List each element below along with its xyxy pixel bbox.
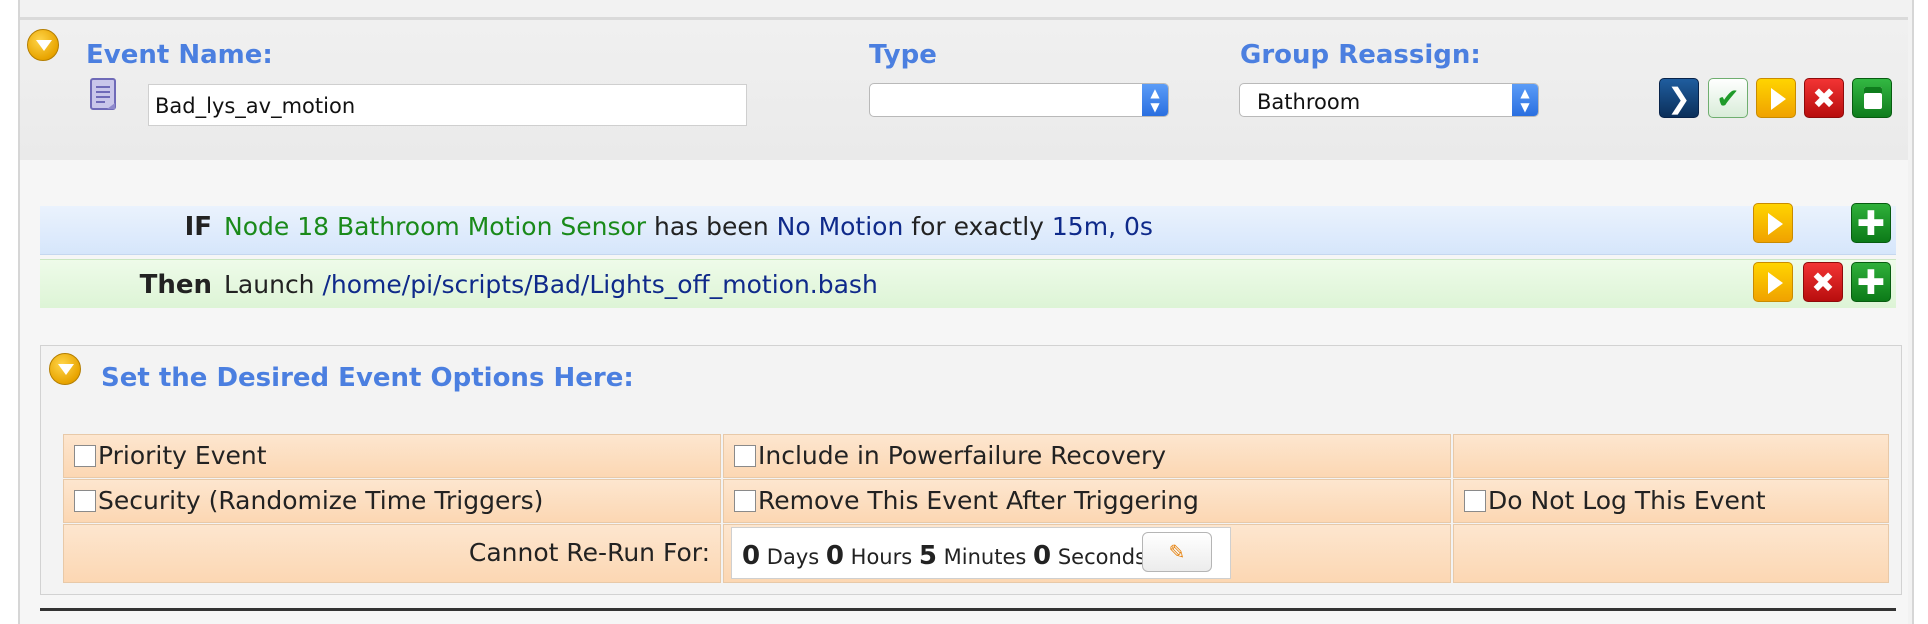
powerfail-option-cell[interactable]: Include in Powerfailure Recovery (723, 434, 1451, 478)
trigger-clause: Node 18 Bathroom Motion Sensor has been … (224, 212, 1153, 241)
add-trigger-button[interactable]: ✚ (1851, 203, 1891, 244)
rerun-minutes-value: 5 (918, 541, 937, 571)
trigger-state[interactable]: No Motion (777, 212, 904, 241)
rerun-hours-label: Hours (850, 545, 913, 569)
select-arrows-icon: ▲ ▼ (1142, 84, 1168, 116)
test-action-button[interactable] (1753, 262, 1793, 302)
rerun-seconds-label: Seconds (1057, 545, 1147, 569)
rerun-days-label: Days (766, 545, 820, 569)
test-event-button[interactable] (1756, 78, 1796, 118)
rerun-minutes-label: Minutes (943, 545, 1027, 569)
empty-option-cell (1453, 434, 1889, 478)
options-title: Set the Desired Event Options Here: (101, 363, 634, 393)
rerun-days-value: 0 (742, 541, 761, 571)
nolog-option-cell[interactable]: Do Not Log This Event (1453, 479, 1889, 523)
powerfail-label: Include in Powerfailure Recovery (758, 441, 1167, 470)
action-script-path[interactable]: /home/pi/scripts/Bad/Lights_off_motion.b… (322, 270, 877, 299)
event-name-input[interactable]: Bad_lys_av_motion (148, 84, 747, 126)
priority-checkbox[interactable] (74, 445, 96, 467)
run-event-button[interactable]: ❯ (1659, 78, 1699, 118)
remove-label: Remove This Event After Triggering (758, 486, 1199, 515)
group-reassign-select[interactable]: Bathroom ▲ ▼ (1239, 83, 1539, 117)
security-checkbox[interactable] (74, 490, 96, 512)
trigger-duration[interactable]: 15m, 0s (1052, 212, 1153, 241)
select-arrows-icon: ▲ ▼ (1512, 84, 1538, 116)
edit-rerun-button[interactable]: ✎ (1142, 532, 1212, 572)
trigger-verb: has been (654, 212, 769, 241)
group-select-value: Bathroom (1257, 90, 1361, 114)
delete-event-button[interactable]: ✖ (1804, 78, 1844, 118)
security-option-cell[interactable]: Security (Randomize Time Triggers) (63, 479, 721, 523)
remove-checkbox[interactable] (734, 490, 756, 512)
collapse-event-toggle-icon[interactable] (27, 29, 59, 61)
action-clause: Launch /home/pi/scripts/Bad/Lights_off_m… (224, 270, 878, 299)
remove-option-cell[interactable]: Remove This Event After Triggering (723, 479, 1451, 523)
trigger-duration-text: for exactly (911, 212, 1044, 241)
test-trigger-button[interactable] (1753, 203, 1793, 243)
priority-option-cell[interactable]: Priority Event (63, 434, 721, 478)
collapse-options-toggle-icon[interactable] (49, 353, 81, 385)
rerun-seconds-value: 0 (1033, 541, 1052, 571)
rerun-hours-value: 0 (825, 541, 844, 571)
type-select[interactable]: ▲ ▼ (869, 83, 1169, 117)
then-keyword: Then (139, 270, 212, 300)
nolog-checkbox[interactable] (1464, 490, 1486, 512)
copy-event-button[interactable] (1852, 78, 1892, 118)
rerun-label: Cannot Re-Run For: (468, 538, 710, 567)
add-action-button[interactable]: ✚ (1851, 262, 1891, 303)
group-reassign-label: Group Reassign: (1240, 40, 1481, 70)
action-verb: Launch (224, 270, 315, 299)
powerfail-checkbox[interactable] (734, 445, 756, 467)
security-label: Security (Randomize Time Triggers) (98, 486, 544, 515)
empty-rerun-cell (1453, 524, 1889, 583)
delete-action-button[interactable]: ✖ (1803, 262, 1843, 302)
save-event-button[interactable]: ✔ (1708, 78, 1748, 118)
if-keyword: IF (184, 212, 212, 242)
priority-label: Priority Event (98, 441, 267, 470)
bottom-divider (40, 608, 1896, 611)
nolog-label: Do Not Log This Event (1488, 486, 1766, 515)
event-name-label: Event Name: (86, 40, 273, 70)
event-document-icon (87, 76, 121, 114)
trigger-device[interactable]: Node 18 Bathroom Motion Sensor (224, 212, 646, 241)
rerun-label-cell: Cannot Re-Run For: (63, 524, 721, 583)
pencil-icon: ✎ (1168, 540, 1186, 564)
type-label: Type (869, 40, 937, 70)
